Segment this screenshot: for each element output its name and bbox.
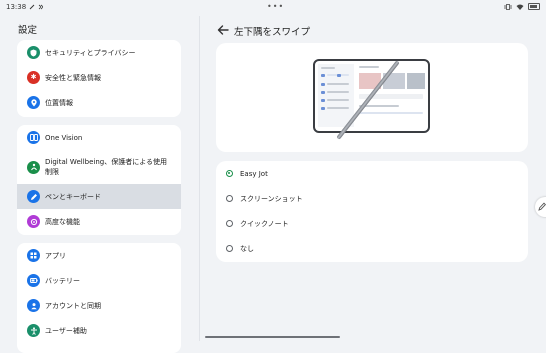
pen-icon (27, 190, 40, 203)
settings-item-account-sync[interactable]: アカウントと同期 (17, 293, 181, 318)
back-arrow-icon[interactable] (216, 23, 230, 37)
settings-item-label: One Vision (45, 133, 83, 142)
battery-status-icon (528, 3, 540, 10)
swipe-action-options: Easy Jot スクリーンショット クイックノート なし (216, 161, 528, 262)
one-vision-icon (27, 131, 40, 144)
settings-item-label: バッテリー (45, 276, 80, 285)
settings-item-label: セキュリティとプライバシー (45, 48, 136, 57)
settings-group-system: アプリ バッテリー アカウントと同期 ユーザー補助 (17, 243, 181, 353)
option-label: Easy Jot (240, 169, 268, 178)
option-easy-jot[interactable]: Easy Jot (216, 161, 528, 186)
settings-item-label: アプリ (45, 251, 66, 260)
battery-icon (27, 274, 40, 287)
option-label: スクリーンショット (240, 194, 303, 203)
settings-item-one-vision[interactable]: One Vision (17, 125, 181, 150)
settings-item-pen-keyboard[interactable]: ペンとキーボード (17, 184, 181, 209)
page-title: 左下隅をスワイプ (234, 27, 311, 38)
settings-item-label: 位置情報 (45, 98, 73, 107)
option-quick-note[interactable]: クイックノート (216, 211, 528, 236)
wifi-icon (516, 4, 524, 10)
gesture-navigation-bar[interactable] (205, 336, 340, 338)
accessibility-icon (27, 324, 40, 337)
radio-unselected-icon[interactable] (226, 195, 233, 202)
settings-item-label: ペンとキーボード (45, 192, 101, 201)
option-none[interactable]: なし (216, 236, 528, 261)
advanced-features-icon (27, 215, 40, 228)
settings-item-digital-wellbeing[interactable]: Digital Wellbeing、保護者による使用制限 (17, 150, 181, 184)
radio-unselected-icon[interactable] (226, 245, 233, 252)
settings-item-location[interactable]: 位置情報 (17, 90, 181, 115)
wellbeing-icon (27, 160, 40, 174)
status-bar: 13:38 ••• (0, 0, 546, 16)
radio-unselected-icon[interactable] (226, 220, 233, 227)
settings-item-security-privacy[interactable]: セキュリティとプライバシー (17, 40, 181, 65)
mute-vibrate-icon (504, 3, 512, 10)
pen-status-icon (29, 4, 35, 10)
asterisk-icon: ✱ (27, 71, 40, 84)
gesture-preview-card (216, 43, 528, 152)
settings-title: 設定 (18, 25, 38, 36)
option-screenshot[interactable]: スクリーンショット (216, 186, 528, 211)
settings-item-label: 高度な機能 (45, 217, 80, 226)
settings-item-label: 安全性と緊急情報 (45, 73, 101, 82)
settings-item-label: ユーザー補助 (45, 326, 87, 335)
settings-item-advanced-features[interactable]: 高度な機能 (17, 209, 181, 234)
location-pin-icon (27, 96, 40, 109)
status-time: 13:38 (6, 3, 27, 11)
settings-item-label: アカウントと同期 (45, 301, 101, 310)
account-icon (27, 299, 40, 312)
radio-selected-icon[interactable] (226, 170, 233, 177)
apps-grid-icon (27, 249, 40, 262)
settings-group-features: One Vision Digital Wellbeing、保護者による使用制限 … (17, 125, 181, 235)
option-label: なし (240, 244, 254, 253)
pane-divider (199, 16, 200, 341)
settings-group-privacy: セキュリティとプライバシー ✱ 安全性と緊急情報 位置情報 (17, 40, 181, 117)
pen-shortcut-icon (538, 202, 546, 211)
option-label: クイックノート (240, 219, 289, 228)
settings-item-label: Digital Wellbeing、保護者による使用制限 (45, 158, 167, 176)
settings-item-apps[interactable]: アプリ (17, 243, 181, 268)
nfc-status-icon (38, 4, 44, 10)
settings-item-safety-emergency[interactable]: ✱ 安全性と緊急情報 (17, 65, 181, 90)
pen-edge-handle[interactable] (535, 197, 546, 217)
status-center-dots: ••• (267, 2, 285, 11)
shield-icon (27, 46, 40, 59)
settings-item-accessibility[interactable]: ユーザー補助 (17, 318, 181, 343)
settings-item-battery[interactable]: バッテリー (17, 268, 181, 293)
